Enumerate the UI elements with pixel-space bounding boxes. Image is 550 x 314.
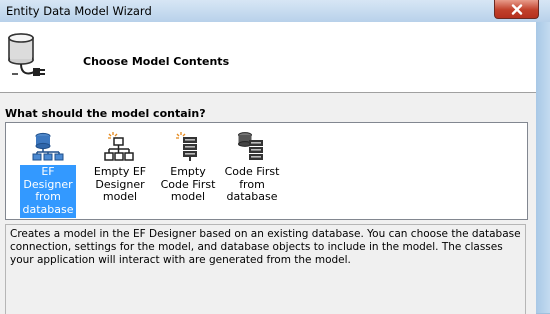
option-label: EF Designer from database [20, 165, 76, 218]
option-description: Creates a model in the EF Designer based… [5, 224, 526, 314]
option-empty-ef-designer-model[interactable]: Empty EF Designer model [92, 123, 148, 206]
empty-code-first-icon [176, 132, 197, 161]
option-empty-code-first-model[interactable]: Empty Code First model [158, 123, 218, 206]
empty-designer-icon [104, 132, 134, 161]
wizard-window: Entity Data Model Wizard Choose Model Co… [0, 0, 550, 314]
close-icon [511, 3, 522, 15]
model-contents-list[interactable]: EF Designer from database Empty EF Desig… [5, 122, 528, 220]
wizard-content: What should the model contain? EF Design… [0, 92, 536, 314]
wizard-header: Choose Model Contents [0, 22, 536, 92]
model-contents-question: What should the model contain? [5, 107, 206, 120]
window-title: Entity Data Model Wizard [6, 4, 152, 18]
close-button[interactable] [494, 0, 539, 19]
option-code-first-from-database[interactable]: Code First from database [224, 123, 280, 206]
option-label: Code First from database [224, 165, 280, 203]
page-title: Choose Model Contents [83, 55, 230, 68]
window-frame-edge [536, 22, 550, 313]
option-label: Empty Code First model [160, 165, 216, 203]
option-ef-designer-from-database[interactable]: EF Designer from database [20, 123, 76, 218]
database-plug-icon [8, 33, 45, 76]
option-label: Empty EF Designer model [93, 165, 147, 203]
code-first-database-icon [238, 132, 263, 160]
database-tree-icon [32, 132, 64, 161]
title-bar[interactable]: Entity Data Model Wizard [0, 0, 550, 23]
